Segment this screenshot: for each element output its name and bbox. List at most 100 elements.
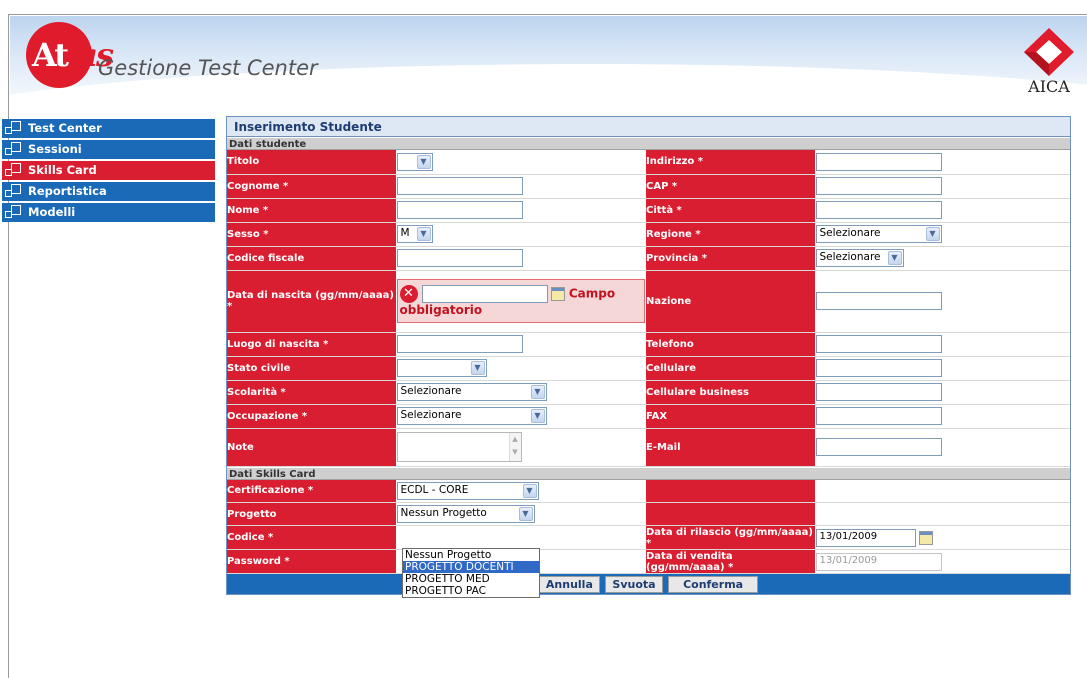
occupazione-select[interactable]: Selezionare ▼ — [396, 407, 547, 425]
cellulare-business-input[interactable] — [815, 383, 942, 401]
header-banner: Atlas Gestione Test Center AICA — [10, 16, 1087, 128]
dropdown-option[interactable]: PROGETTO DOCENTI — [403, 561, 539, 573]
provincia-select[interactable]: Selezionare ▼ — [815, 249, 904, 267]
app-title: Gestione Test Center — [98, 56, 318, 80]
scolarita-select[interactable]: Selezionare ▼ — [396, 383, 547, 401]
cap-label: CAP * — [646, 174, 816, 199]
chevron-down-icon: ▼ — [522, 483, 537, 498]
chevron-down-icon: ▼ — [416, 154, 431, 169]
cellulare-label: Cellulare — [646, 356, 816, 381]
data-nascita-label: Data di nascita (gg/mm/aaaa) * — [227, 270, 397, 333]
data-nascita-error: ✕ Campo obbligatorio — [396, 279, 645, 323]
note-label: Note — [227, 428, 397, 467]
provincia-label: Provincia * — [646, 246, 816, 271]
cap-input[interactable] — [815, 177, 942, 195]
skills-card-table: Certificazione * ECDL - CORE ▼ Progetto N… — [227, 479, 1070, 574]
titolo-label: Titolo — [227, 150, 397, 175]
calendar-icon[interactable] — [550, 287, 565, 301]
regione-label: Regione * — [646, 222, 816, 247]
dropdown-option[interactable]: Nessun Progetto — [403, 549, 539, 561]
aica-logo-icon — [1024, 28, 1074, 76]
telefono-label: Telefono — [646, 332, 816, 357]
data-vendita-label: Data di vendita (gg/mm/aaaa) * — [646, 549, 816, 574]
student-form-panel: Inserimento Studente Dati studente Titol… — [226, 116, 1071, 595]
citta-label: Città * — [646, 198, 816, 223]
progetto-dropdown-list: Nessun Progetto PROGETTO DOCENTI PROGETT… — [402, 548, 540, 598]
menu-item-sessioni[interactable]: Sessioni — [2, 140, 215, 159]
indirizzo-label: Indirizzo * — [646, 150, 816, 175]
data-nascita-input[interactable] — [421, 285, 548, 303]
data-vendita-input: 13/01/2009 — [815, 552, 942, 571]
menu-item-test-center[interactable]: Test Center — [2, 119, 215, 138]
menu-squares-icon — [5, 142, 23, 158]
section-card-header: Dati Skills Card — [227, 466, 1070, 480]
svuota-button[interactable]: Svuota — [605, 576, 663, 593]
codice-fiscale-input[interactable] — [396, 249, 523, 267]
chevron-down-icon: ▼ — [530, 409, 545, 423]
menu-item-label: Skills Card — [28, 163, 97, 177]
nome-input[interactable] — [396, 201, 523, 219]
aica-logo-text: AICA — [1028, 77, 1070, 96]
chevron-down-icon: ▼ — [518, 507, 533, 521]
stato-civile-select[interactable]: ▼ — [396, 359, 487, 377]
data-rilascio-label: Data di rilascio (gg/mm/aaaa) * — [646, 525, 816, 550]
student-form-table: Titolo ▼ Indirizzo * Cognome * CAP * Nom… — [227, 150, 1070, 467]
dropdown-option[interactable]: PROGETTO MED — [403, 573, 539, 585]
sesso-select[interactable]: M ▼ — [396, 225, 433, 243]
cognome-input[interactable] — [396, 177, 523, 195]
menu-item-reportistica[interactable]: Reportistica — [2, 182, 215, 201]
certificazione-label: Certificazione * — [227, 479, 397, 503]
sesso-label: Sesso * — [227, 222, 397, 247]
section-student-header: Dati studente — [227, 137, 1070, 150]
luogo-nascita-input[interactable] — [396, 335, 523, 353]
sidebar-menu: Test Center Sessioni Skills Card Reporti… — [2, 119, 215, 224]
menu-squares-icon — [5, 121, 23, 137]
telefono-input[interactable] — [815, 335, 942, 353]
chevron-down-icon: ▼ — [925, 227, 940, 241]
cognome-label: Cognome * — [227, 174, 397, 199]
aica-logo: AICA — [1018, 26, 1080, 96]
scolarita-label: Scolarità * — [227, 380, 397, 405]
cellulare-business-label: Cellulare business — [646, 380, 816, 405]
menu-item-skills-card[interactable]: Skills Card — [2, 161, 215, 180]
certificazione-select[interactable]: ECDL - CORE ▼ — [396, 481, 539, 500]
regione-select[interactable]: Selezionare ▼ — [815, 225, 942, 243]
menu-item-label: Reportistica — [28, 184, 107, 198]
stato-civile-label: Stato civile — [227, 356, 397, 381]
conferma-button[interactable]: Conferma — [668, 576, 759, 593]
form-title: Inserimento Studente — [227, 117, 1070, 137]
calendar-icon[interactable] — [918, 530, 933, 545]
codice-label: Codice * — [227, 525, 397, 550]
luogo-nascita-label: Luogo di nascita * — [227, 332, 397, 357]
nazione-input[interactable] — [815, 292, 942, 310]
menu-item-label: Sessioni — [28, 142, 82, 156]
chevron-down-icon: ▼ — [416, 227, 431, 241]
fax-input[interactable] — [815, 407, 942, 425]
nome-label: Nome * — [227, 198, 397, 223]
progetto-select[interactable]: Nessun Progetto ▼ — [396, 505, 535, 523]
email-input[interactable] — [815, 438, 942, 456]
citta-input[interactable] — [815, 201, 942, 219]
email-label: E-Mail — [646, 428, 816, 467]
occupazione-label: Occupazione * — [227, 404, 397, 429]
menu-squares-icon — [5, 205, 23, 221]
scrollbar[interactable]: ▲ ▼ — [508, 433, 521, 461]
nazione-label: Nazione — [646, 270, 816, 333]
note-textarea[interactable]: ▲ ▼ — [396, 432, 522, 462]
annulla-button[interactable]: Annulla — [538, 576, 600, 593]
titolo-select[interactable]: ▼ — [396, 152, 433, 171]
menu-squares-icon — [5, 163, 23, 179]
indirizzo-input[interactable] — [815, 152, 942, 171]
chevron-down-icon: ▼ — [530, 385, 545, 399]
data-rilascio-input[interactable]: 13/01/2009 — [815, 528, 916, 547]
codice-fiscale-label: Codice fiscale — [227, 246, 397, 271]
menu-item-label: Test Center — [28, 121, 102, 135]
cellulare-input[interactable] — [815, 359, 942, 377]
fax-label: FAX — [646, 404, 816, 429]
form-actions-bar: Annulla Svuota Conferma — [227, 574, 1070, 594]
menu-item-modelli[interactable]: Modelli — [2, 203, 215, 222]
password-label: Password * — [227, 549, 397, 574]
dropdown-option[interactable]: PROGETTO PAC — [403, 585, 539, 597]
menu-item-label: Modelli — [28, 205, 76, 219]
chevron-down-icon: ▼ — [470, 361, 485, 375]
